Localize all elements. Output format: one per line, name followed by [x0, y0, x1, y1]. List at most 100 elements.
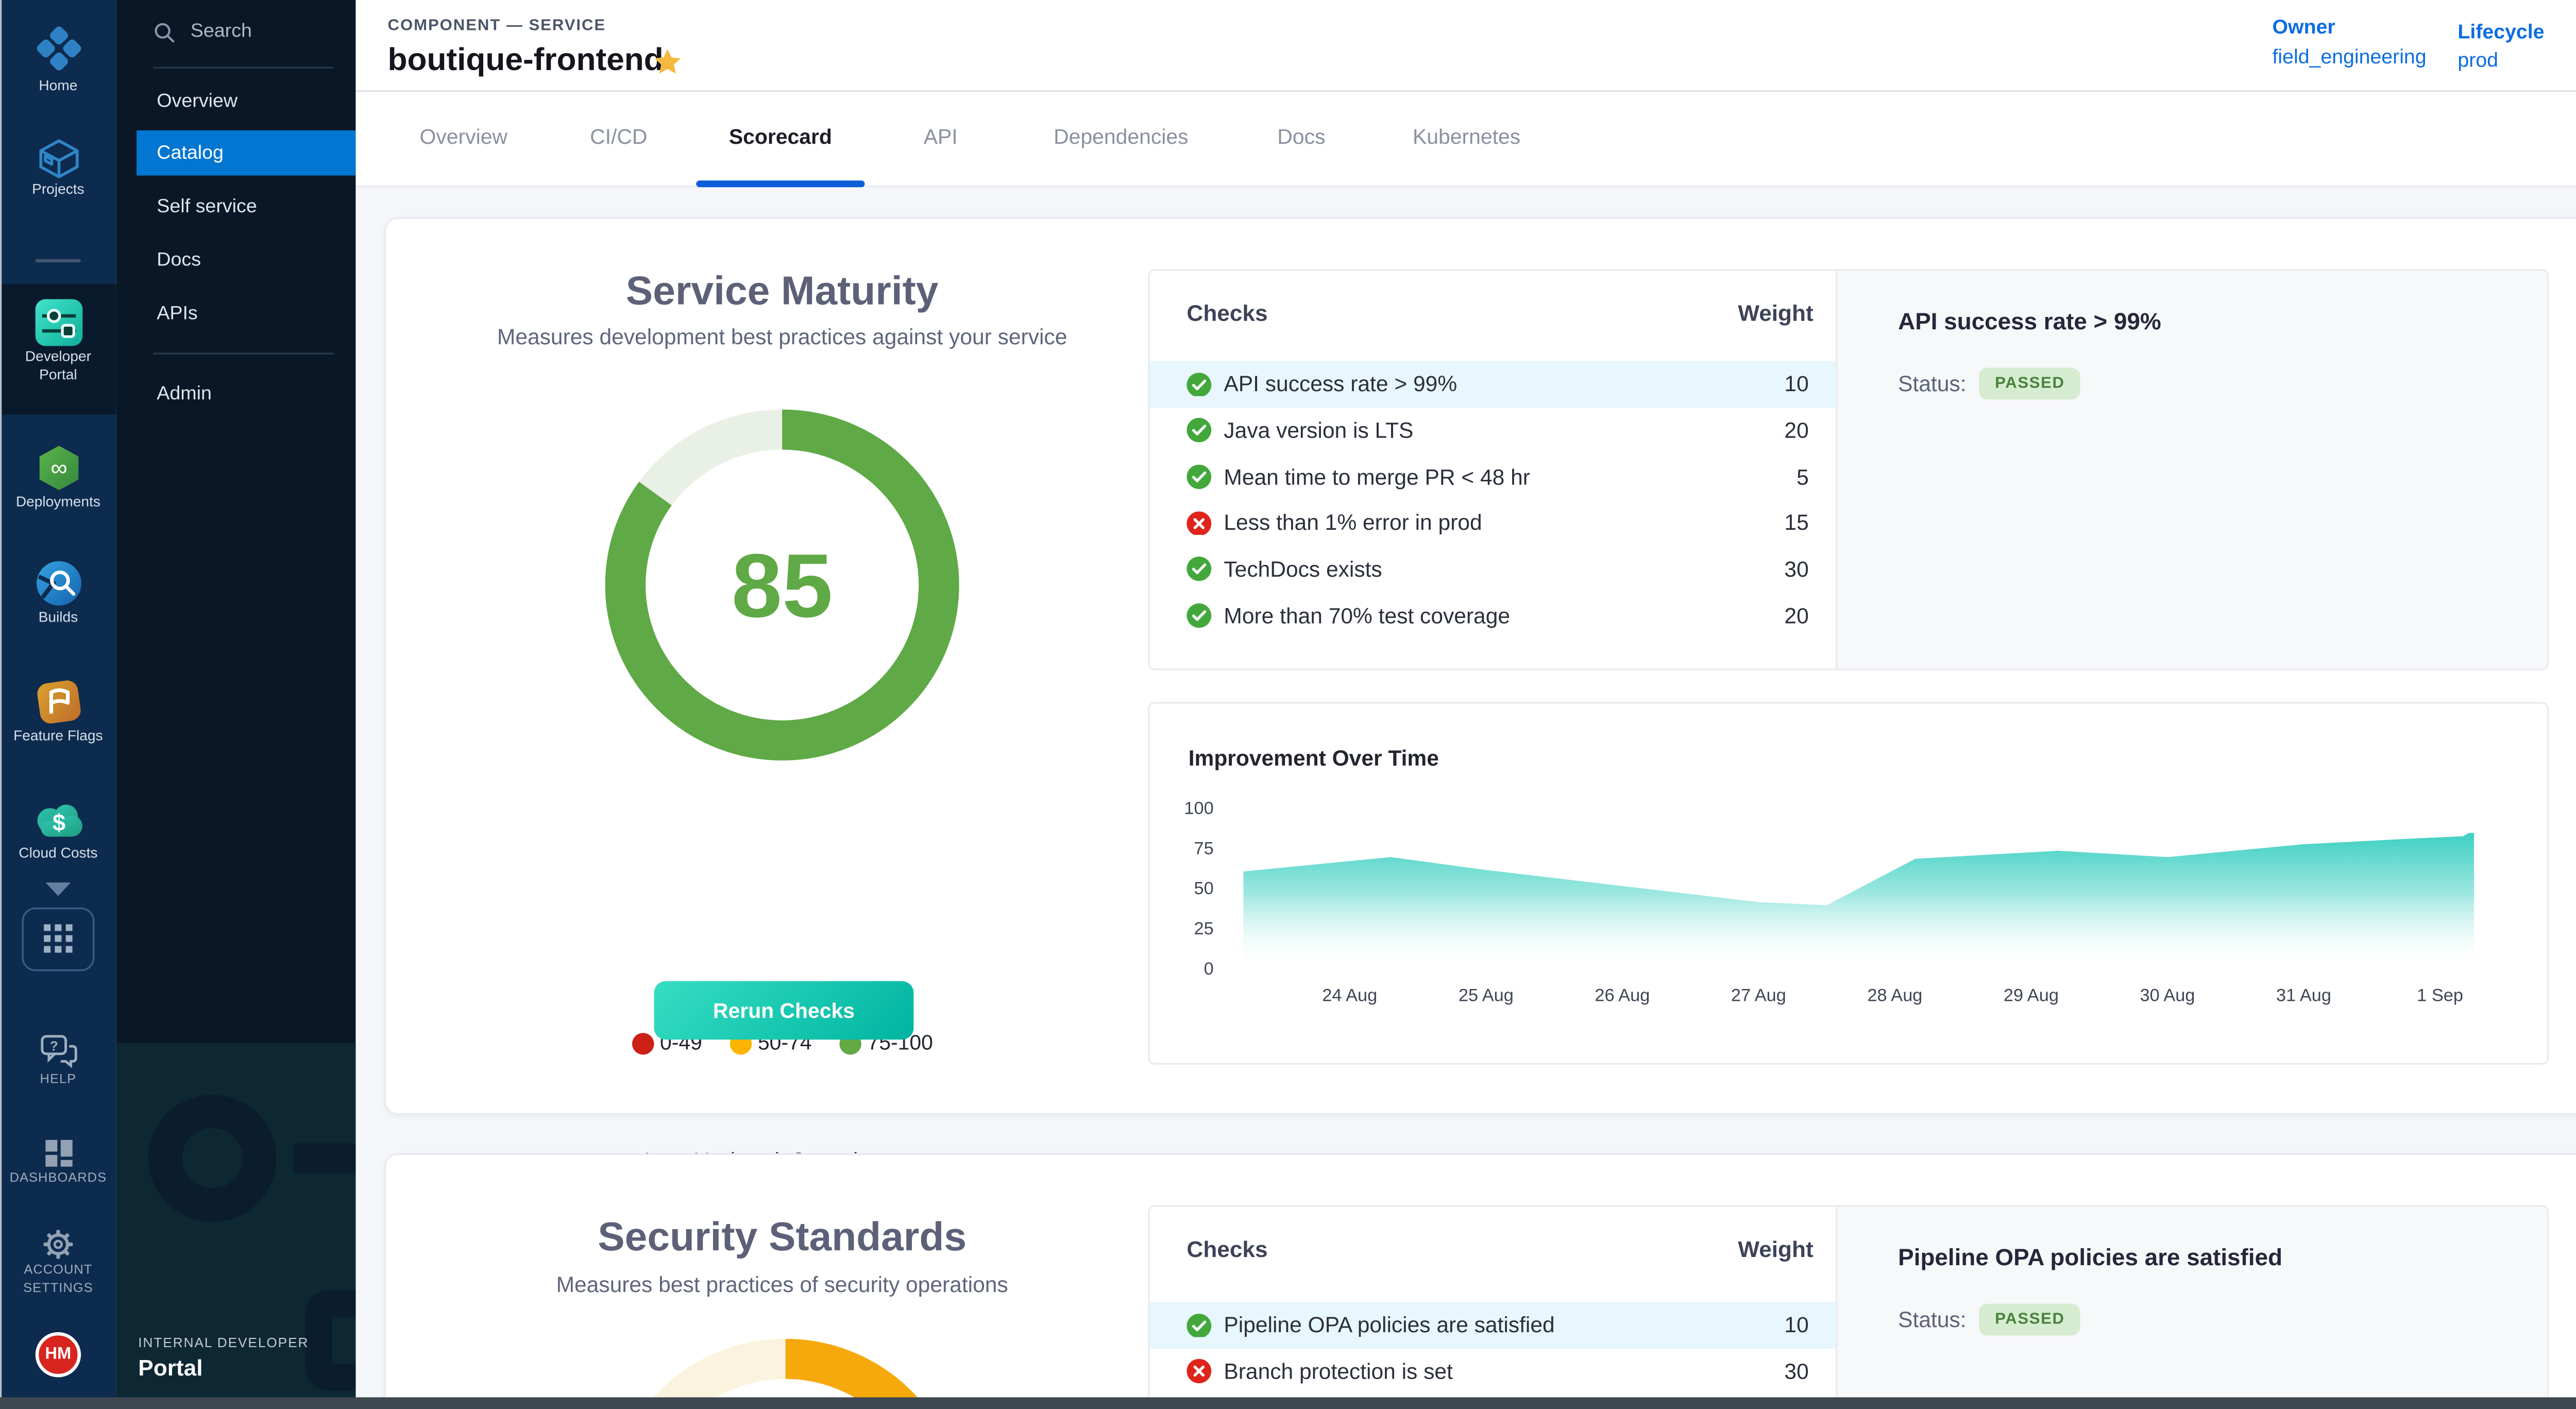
tab-api[interactable]: API — [924, 125, 958, 148]
sidebar-item-docs[interactable]: Docs — [116, 238, 356, 283]
x-axis-tick-label: 30 Aug — [2140, 986, 2195, 1006]
check-pass-icon — [1187, 557, 1211, 581]
sidebar-decor-ring — [148, 1095, 277, 1221]
y-axis-tick-label: 25 — [1149, 919, 1213, 940]
feature-flags-icon — [33, 677, 83, 727]
check-detail-panel: API success rate > 99% Status: PASSED — [1836, 271, 2549, 668]
user-avatar[interactable]: HM — [36, 1332, 81, 1378]
sidebar-item-self-service[interactable]: Self service — [116, 184, 356, 229]
svg-text:?: ? — [49, 1038, 57, 1053]
home-icon — [29, 20, 87, 77]
sidebar-divider-2 — [154, 353, 334, 354]
module-picker-button[interactable] — [22, 908, 95, 971]
tab-scorecard[interactable]: Scorecard — [729, 125, 832, 148]
rail-item-feature-flags[interactable]: Feature Flags — [0, 677, 116, 745]
window-left-edge — [0, 0, 2, 1409]
sidebar-item-overview[interactable]: Overview — [116, 78, 356, 124]
developer-portal-icon — [33, 297, 83, 347]
sidebar-decor-bar — [293, 1143, 355, 1173]
maturity-checks-panel: Checks Weight API success rate > 99% Sta… — [1148, 269, 2549, 670]
check-row[interactable]: TechDocs exists30 — [1149, 546, 1836, 593]
check-row[interactable]: Branch protection is set30 — [1149, 1348, 1836, 1395]
check-row[interactable]: More than 70% test coverage20 — [1149, 593, 1836, 639]
scorecard-subtitle: Measures development best practices agai… — [386, 324, 1178, 349]
deployments-icon: ∞ — [33, 443, 83, 493]
scorecard-title: Service Maturity — [386, 269, 1178, 316]
y-axis-tick-label: 0 — [1149, 960, 1213, 980]
rail-item-home[interactable]: Home — [0, 20, 116, 95]
security-checks-panel: Checks Weight Pipeline OPA policies are … — [1148, 1205, 2549, 1409]
app-window: Home Projects — [0, 0, 2576, 1409]
tab-docs[interactable]: Docs — [1277, 125, 1325, 148]
rail-label-cloud-costs: Cloud Costs — [0, 844, 116, 863]
favorite-star-icon[interactable] — [652, 47, 683, 77]
check-pass-icon — [1187, 603, 1211, 628]
check-row[interactable]: Less than 1% error in prod15 — [1149, 500, 1836, 546]
security-standards-card: Security Standards Measures best practic… — [384, 1153, 2576, 1409]
owner-link[interactable]: field_engineering — [2273, 45, 2427, 69]
search-label: Search — [191, 22, 252, 42]
svg-text:∞: ∞ — [50, 455, 66, 481]
owner-label[interactable]: Owner — [2273, 15, 2427, 38]
rail-item-builds[interactable]: Builds — [0, 558, 116, 627]
module-rail: Home Projects — [0, 0, 116, 1409]
lifecycle-label[interactable]: Lifecycle — [2458, 20, 2544, 43]
check-pass-icon — [1187, 372, 1211, 396]
rail-label-home: Home — [0, 77, 116, 95]
rail-item-developer-portal[interactable]: Developer Portal — [0, 297, 116, 384]
rail-label-help: HELP — [0, 1070, 116, 1088]
security-detail-title: Pipeline OPA policies are satisfied — [1898, 1244, 2282, 1270]
security-detail-status: Status: PASSED — [1898, 1304, 2080, 1336]
status-badge: PASSED — [1980, 368, 2080, 400]
check-row[interactable]: API success rate > 99%10 — [1149, 361, 1836, 408]
check-pass-icon — [1187, 464, 1211, 489]
dashboards-icon — [43, 1138, 73, 1168]
checks-column-header: Checks — [1187, 1237, 1267, 1262]
x-axis-tick-label: 26 Aug — [1595, 986, 1650, 1006]
portal-sidebar: Search Overview Catalog Self service Doc… — [116, 0, 356, 1409]
chevron-down-icon[interactable] — [44, 881, 73, 897]
tab-kubernetes[interactable]: Kubernetes — [1413, 125, 1520, 148]
check-detail-status: Status: PASSED — [1898, 368, 2080, 400]
rail-item-help[interactable]: ? HELP — [0, 1033, 116, 1088]
lifecycle-value[interactable]: prod — [2458, 48, 2544, 72]
sidebar-item-admin[interactable]: Admin — [116, 371, 356, 416]
entity-header: COMPONENT — SERVICE boutique-frontend Ow… — [355, 0, 2576, 92]
tab-cicd[interactable]: CI/CD — [590, 125, 647, 148]
gear-icon — [42, 1229, 74, 1261]
check-pass-icon — [1187, 1313, 1211, 1337]
rail-item-projects[interactable]: Projects — [0, 137, 116, 199]
rail-label-builds: Builds — [0, 609, 116, 627]
tab-bar: Overview CI/CD Scorecard API Dependencie… — [355, 92, 2576, 187]
rail-label-developer-portal-2: Portal — [0, 366, 116, 384]
owner-block: Owner field_engineering — [2273, 15, 2427, 69]
tab-dependencies[interactable]: Dependencies — [1054, 125, 1188, 148]
tab-overview[interactable]: Overview — [420, 125, 507, 148]
module-grid-icon — [44, 924, 73, 952]
sidebar-item-catalog[interactable]: Catalog — [137, 130, 355, 176]
help-icon: ? — [38, 1033, 79, 1069]
rail-item-dashboards[interactable]: DASHBOARDS — [0, 1138, 116, 1187]
rail-label-account-1: ACCOUNT — [0, 1260, 116, 1279]
x-axis-tick-label: 27 Aug — [1731, 986, 1786, 1006]
cloud-costs-icon: $ — [31, 797, 86, 844]
x-axis-tick-label: 24 Aug — [1322, 986, 1377, 1006]
check-row[interactable]: Mean time to merge PR < 48 hr5 — [1149, 454, 1836, 500]
x-axis-tick-label: 28 Aug — [1867, 986, 1922, 1006]
builds-icon — [33, 558, 83, 608]
rerun-checks-button[interactable]: Rerun Checks — [654, 981, 913, 1040]
check-detail-title: API success rate > 99% — [1898, 308, 2161, 334]
active-tab-underline — [696, 180, 865, 186]
rail-item-deployments[interactable]: ∞ Deployments — [0, 443, 116, 511]
check-row[interactable]: Java version is LTS20 — [1149, 407, 1836, 454]
sidebar-search[interactable]: Search — [154, 13, 339, 50]
rail-item-account-settings[interactable]: ACCOUNT SETTINGS — [0, 1229, 116, 1297]
check-row[interactable]: Pipeline OPA policies are satisfied10 — [1149, 1302, 1836, 1348]
rail-item-cloud-costs[interactable]: $ Cloud Costs — [0, 797, 116, 862]
sidebar-item-apis[interactable]: APIs — [116, 291, 356, 336]
sidebar-decor-square — [305, 1290, 355, 1391]
check-fail-icon — [1187, 1359, 1211, 1383]
page-title: boutique-frontend — [388, 43, 664, 80]
entity-kind: COMPONENT — SERVICE — [388, 16, 606, 35]
maturity-score-donut: 85 — [605, 410, 959, 761]
